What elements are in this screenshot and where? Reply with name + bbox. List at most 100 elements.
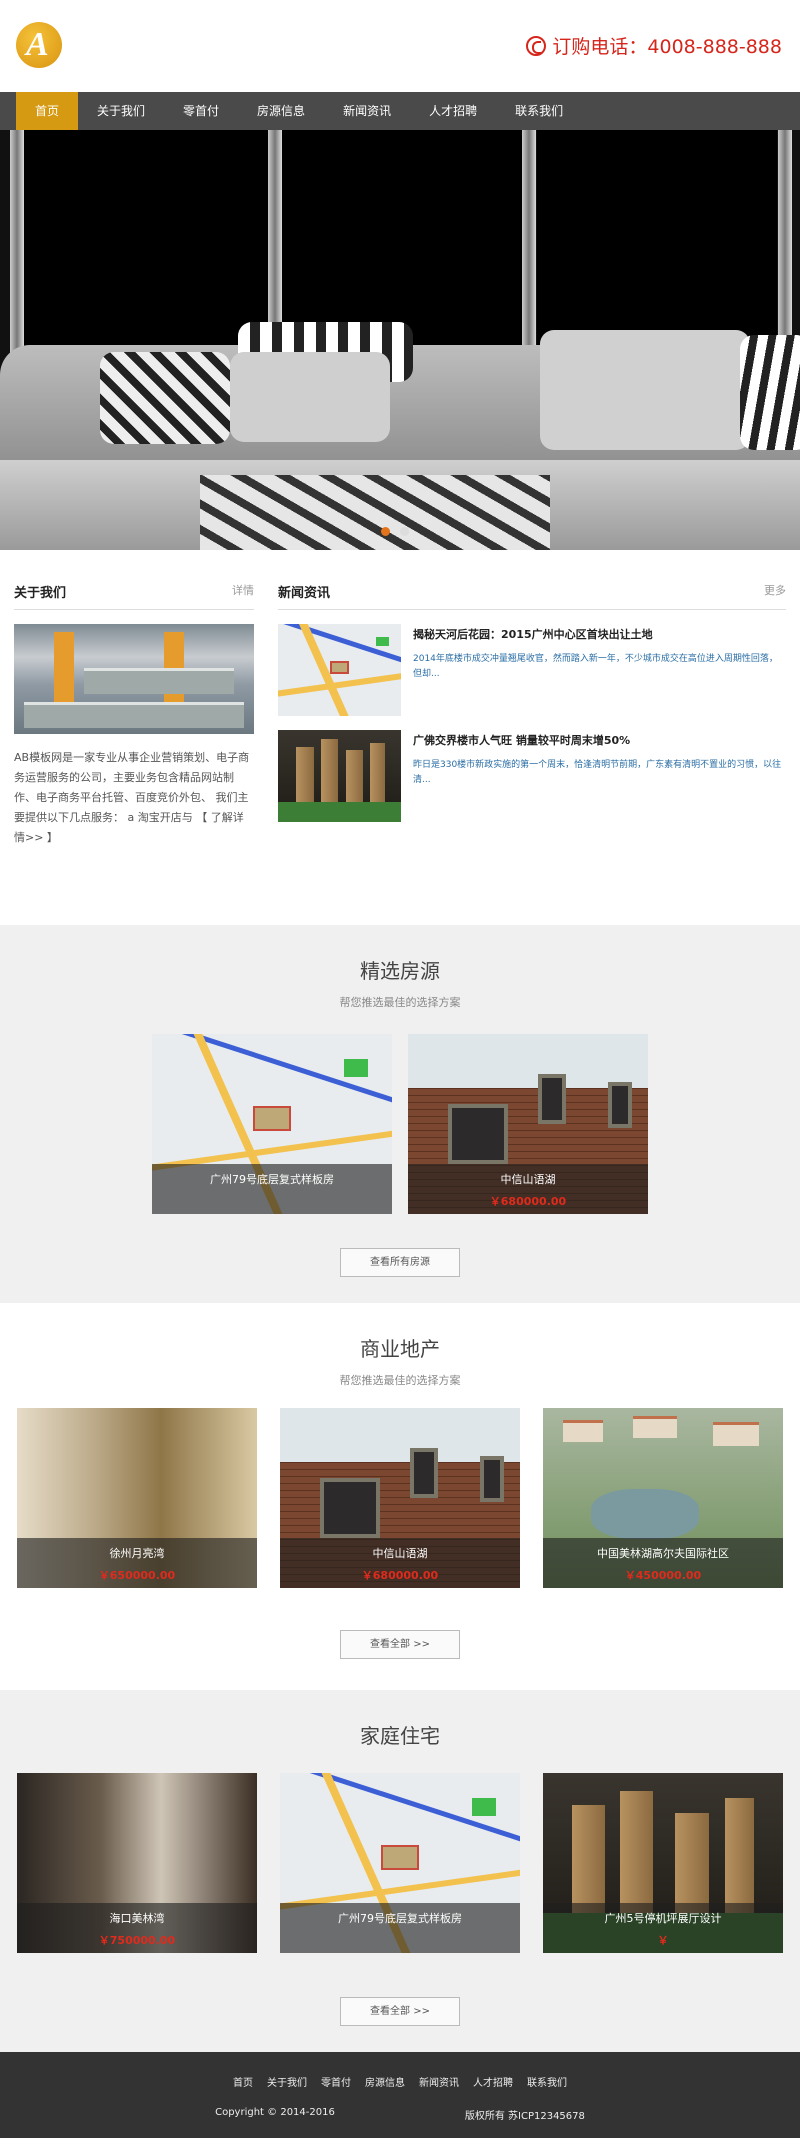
property-card[interactable]: 徐州月亮湾 ￥650000.00 [17,1408,257,1588]
site-footer: 首页 关于我们 零首付 房源信息 新闻资讯 人才招聘 联系我们 Copyrigh… [0,2052,800,2138]
news-panel: 新闻资讯 更多 揭秘天河后花园：2015广州中心区首块出让土地 2014年底楼市… [278,582,786,925]
view-all-listings-button[interactable]: 查看所有房源 [340,1248,460,1277]
home-cards: 海口美林湾 ￥750000.00 广州79号底层复式样板房 广州5号停机坪展厅设… [0,1773,800,1953]
property-caption: 中信山语湖 ￥680000.00 [280,1538,520,1588]
footer-copy: Copyright © 2014-2016 版权所有 苏ICP12345678 [0,2107,800,2122]
about-text: AB模板网是一家专业从事企业营销策划、电子商务运营服务的公司，主要业务包含精品网… [14,751,250,844]
phone-icon [526,35,547,56]
site-header: A 订购电话：4008-888-888 [0,0,800,92]
property-card[interactable]: 中信山语湖 ￥680000.00 [408,1034,648,1214]
news-item[interactable]: 广佛交界楼市人气旺 销量较平时周末增50% 昨日是330楼市新政实施的第一个周末… [278,730,786,822]
tower-model [675,1812,709,1917]
footer-link-about[interactable]: 关于我们 [267,2074,307,2089]
icp-text: 版权所有 苏ICP12345678 [464,2111,585,2122]
footer-link-news[interactable]: 新闻资讯 [419,2074,459,2089]
about-title: 关于我们 [14,586,67,601]
property-name[interactable]: 广州79号底层复式样板房 [280,1910,520,1926]
footer-nav: 首页 关于我们 零首付 房源信息 新闻资讯 人才招聘 联系我们 [0,2074,800,2089]
nav-listings[interactable]: 房源信息 [238,92,324,130]
slider-dot[interactable] [400,527,409,536]
slider-dots [381,527,409,536]
map-plot [329,660,350,674]
property-caption: 中信山语湖 ￥680000.00 [408,1164,648,1214]
property-caption: 中国美林湖高尔夫国际社区 ￥450000.00 [543,1538,783,1588]
news-text: 广佛交界楼市人气旺 销量较平时周末增50% 昨日是330楼市新政实施的第一个周末… [413,730,786,822]
hotline: 订购电话：4008-888-888 [526,32,782,59]
property-name[interactable]: 中信山语湖 [408,1171,648,1187]
tower-model [725,1798,755,1917]
news-headline[interactable]: 揭秘天河后花园：2015广州中心区首块出让土地 [413,626,786,642]
intro-section: 关于我们 详情 AB模板网是一家专业从事企业营销策划、电子商务运营服务的公司，主… [0,550,800,925]
property-card[interactable]: 中国美林湖高尔夫国际社区 ￥450000.00 [543,1408,783,1588]
news-text: 揭秘天河后花园：2015广州中心区首块出让土地 2014年底楼市成交冲量翘尾收官… [413,624,786,716]
nav-news[interactable]: 新闻资讯 [324,92,410,130]
tower-model [296,746,314,804]
throw-blanket [200,475,550,550]
featured-cards: 广州79号底层复式样板房 中信山语湖 ￥680000.00 [0,1034,800,1214]
hero-banner[interactable] [0,130,800,550]
nav-contact[interactable]: 联系我们 [496,92,582,130]
building-window [448,1104,508,1164]
commercial-subtitle: 帮您推选最佳的选择方案 [339,1374,461,1387]
news-thumbnail[interactable] [278,730,401,822]
property-card[interactable]: 广州5号停机坪展厅设计 ￥ [543,1773,783,1953]
striped-cushion [740,335,800,450]
nav-zero-down[interactable]: 零首付 [164,92,238,130]
news-more-link[interactable]: 更多 [764,582,786,601]
property-name[interactable]: 中国美林湖高尔夫国际社区 [543,1545,783,1561]
featured-section: 精选房源 帮您推选最佳的选择方案 广州79号底层复式样板房 中信山语湖 ￥680… [0,925,800,1303]
property-name[interactable]: 广州79号底层复式样板房 [152,1171,392,1187]
footer-link-contact[interactable]: 联系我们 [527,2074,567,2089]
news-headline[interactable]: 广佛交界楼市人气旺 销量较平时周末增50% [413,732,786,748]
news-header: 新闻资讯 更多 [278,582,786,610]
slider-dot[interactable] [381,527,390,536]
view-all-commercial-button[interactable]: 查看全部 >> [340,1630,460,1659]
commercial-title: 商业地产 [360,1337,440,1361]
building-window [480,1456,504,1502]
map-marker [376,636,389,647]
property-price: ￥680000.00 [361,1569,439,1582]
hotline-text: 订购电话：4008-888-888 [552,36,782,58]
about-more-link[interactable]: 详情 [232,582,254,601]
footer-link-zero-down[interactable]: 零首付 [321,2074,351,2089]
nav-home[interactable]: 首页 [16,92,79,130]
photo-sky [280,1408,520,1462]
office-desks [84,668,234,694]
featured-subtitle: 帮您推选最佳的选择方案 [339,996,461,1009]
property-name[interactable]: 海口美林湾 [17,1910,257,1926]
property-card[interactable]: 广州79号底层复式样板房 [280,1773,520,1953]
home-section: 家庭住宅 海口美林湾 ￥750000.00 广州79号底层复式样板房 广州5号停… [0,1690,800,2052]
commercial-section: 商业地产 帮您推选最佳的选择方案 徐州月亮湾 ￥650000.00 中信山语湖 … [0,1303,800,1690]
property-name[interactable]: 徐州月亮湾 [17,1545,257,1561]
cushion [540,330,750,450]
villa-house [563,1420,603,1442]
footer-link-jobs[interactable]: 人才招聘 [473,2074,513,2089]
news-thumbnail[interactable] [278,624,401,716]
map-plot [252,1106,292,1132]
footer-link-listings[interactable]: 房源信息 [365,2074,405,2089]
nav-about[interactable]: 关于我们 [78,92,164,130]
footer-link-home[interactable]: 首页 [233,2074,253,2089]
model-ground [278,801,401,822]
property-name[interactable]: 中信山语湖 [280,1545,520,1561]
news-item[interactable]: 揭秘天河后花园：2015广州中心区首块出让土地 2014年底楼市成交冲量翘尾收官… [278,624,786,716]
property-name[interactable]: 广州5号停机坪展厅设计 [543,1910,783,1926]
property-price: ￥750000.00 [98,1934,176,1947]
property-caption: 广州79号底层复式样板房 [152,1164,392,1214]
about-header: 关于我们 详情 [14,582,254,610]
property-card[interactable]: 海口美林湾 ￥750000.00 [17,1773,257,1953]
map-marker [472,1798,496,1817]
photo-lake [591,1489,699,1540]
map-road [278,669,401,699]
news-summary: 2014年底楼市成交冲量翘尾收官，然而踏入新一年，不少城市成交在高位进入周期性回… [413,654,778,679]
property-caption: 广州79号底层复式样板房 [280,1903,520,1953]
property-price: ￥650000.00 [98,1569,176,1582]
about-panel: 关于我们 详情 AB模板网是一家专业从事企业营销策划、电子商务运营服务的公司，主… [14,582,254,925]
villa-house [633,1416,677,1438]
nav-jobs[interactable]: 人才招聘 [410,92,496,130]
map-marker [344,1059,368,1078]
site-logo[interactable]: A [16,22,62,68]
property-card[interactable]: 中信山语湖 ￥680000.00 [280,1408,520,1588]
property-card[interactable]: 广州79号底层复式样板房 [152,1034,392,1214]
view-all-home-button[interactable]: 查看全部 >> [340,1997,460,2026]
